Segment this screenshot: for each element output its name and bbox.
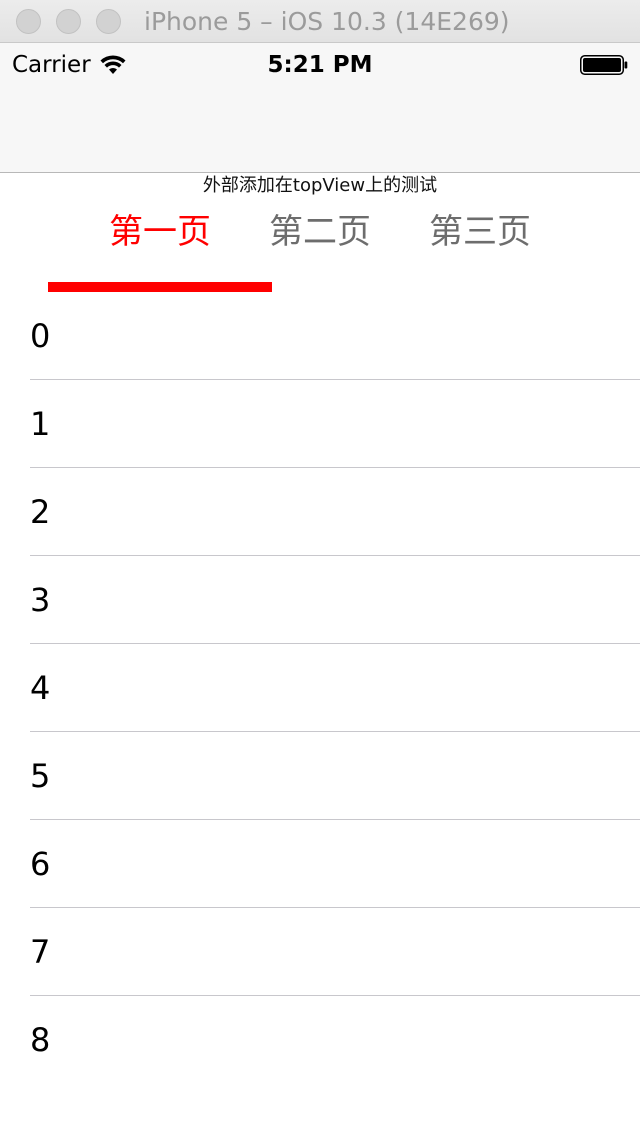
row-label: 4 — [30, 669, 51, 707]
window-title: iPhone 5 – iOS 10.3 (14E269) — [144, 7, 510, 36]
row-label: 8 — [30, 1021, 51, 1059]
tab-selection-indicator — [48, 282, 272, 292]
table-row[interactable]: 8 — [0, 996, 640, 1084]
row-label: 1 — [30, 405, 51, 443]
zoom-window-button[interactable] — [96, 9, 121, 34]
simulator-window: iPhone 5 – iOS 10.3 (14E269) Carrier 5:2… — [0, 0, 640, 1141]
row-label: 6 — [30, 845, 51, 883]
row-label: 2 — [30, 493, 51, 531]
status-time: 5:21 PM — [267, 52, 373, 78]
table-row[interactable]: 1 — [0, 380, 640, 468]
table-row[interactable]: 0 — [0, 292, 640, 380]
table-row[interactable]: 5 — [0, 732, 640, 820]
status-bar: Carrier 5:21 PM — [0, 43, 640, 173]
top-view: 外部添加在topView上的测试 第一页 第二页 第三页 — [0, 173, 640, 295]
row-label: 7 — [30, 933, 51, 971]
table-view[interactable]: 0 1 2 3 4 5 6 7 8 — [0, 292, 640, 1084]
table-row[interactable]: 7 — [0, 908, 640, 996]
window-titlebar: iPhone 5 – iOS 10.3 (14E269) — [0, 0, 640, 43]
top-view-caption: 外部添加在topView上的测试 — [202, 175, 438, 196]
minimize-window-button[interactable] — [56, 9, 81, 34]
table-row[interactable]: 4 — [0, 644, 640, 732]
table-row[interactable]: 2 — [0, 468, 640, 556]
row-label: 0 — [30, 317, 51, 355]
table-row[interactable]: 3 — [0, 556, 640, 644]
row-label: 5 — [30, 757, 51, 795]
battery-icon — [580, 55, 628, 75]
close-window-button[interactable] — [16, 9, 41, 34]
table-row[interactable]: 6 — [0, 820, 640, 908]
tab-page-1[interactable]: 第一页 — [80, 211, 240, 253]
tab-page-2[interactable]: 第二页 — [240, 211, 400, 253]
row-label: 3 — [30, 581, 51, 619]
tab-page-3[interactable]: 第三页 — [400, 211, 560, 253]
